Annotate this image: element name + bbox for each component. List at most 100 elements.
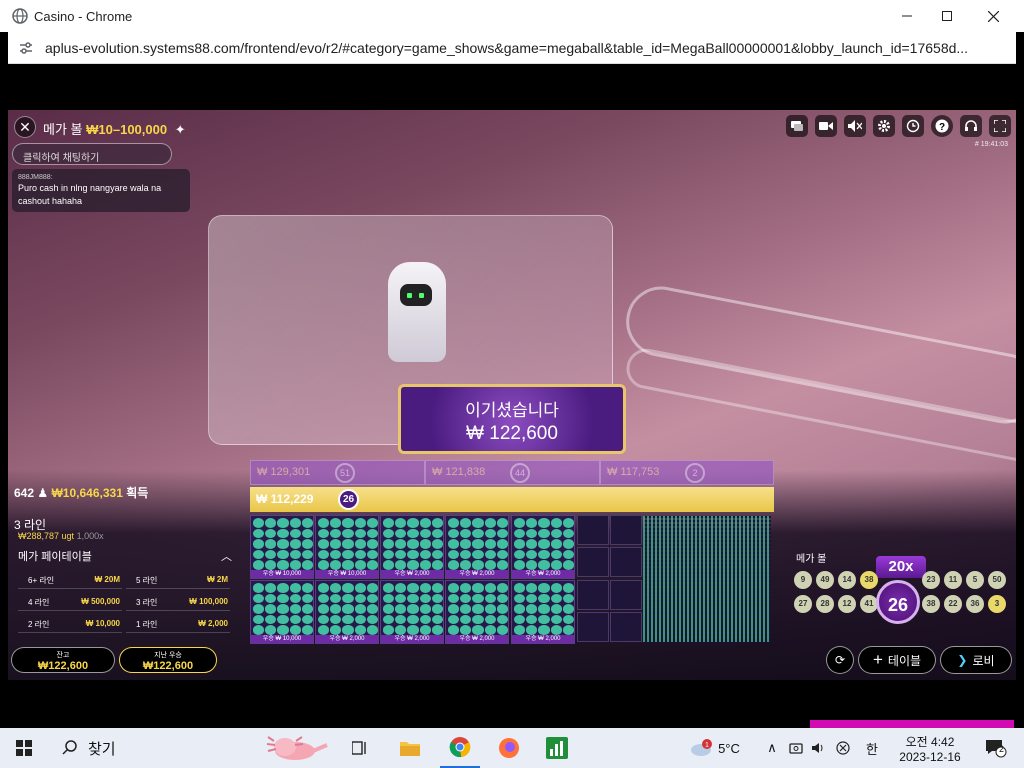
prev-ball: 2 <box>685 463 705 483</box>
volume-icon[interactable] <box>808 728 828 768</box>
tray-chevron-up-icon[interactable]: ∧ <box>762 728 782 768</box>
bingo-number-dot <box>514 625 526 635</box>
card-win: 우승 ₩ 10,000 <box>251 635 313 643</box>
bingo-number-dot <box>496 593 508 604</box>
settings-button[interactable] <box>873 115 895 137</box>
bingo-number-dot <box>526 518 538 528</box>
card-win: 우승 ₩ 2,000 <box>316 635 378 643</box>
bingo-number-dot <box>366 593 378 604</box>
bingo-number-dot <box>448 614 460 625</box>
firefox-taskbar-button[interactable] <box>492 728 526 768</box>
bingo-card[interactable]: 우승 ₩ 10,000 <box>315 515 379 579</box>
bingo-number-dot <box>538 539 550 549</box>
support-button[interactable] <box>960 115 982 137</box>
bingo-number-dot <box>383 593 395 604</box>
bingo-number-dot <box>419 560 431 570</box>
close-game-button[interactable]: ✕ <box>14 116 36 138</box>
mini-card[interactable] <box>610 580 642 610</box>
bingo-card[interactable]: 우승 ₩ 10,000 <box>250 580 314 644</box>
mini-card[interactable] <box>577 547 609 577</box>
bingo-card[interactable]: 우승 ₩ 2,000 <box>445 515 509 579</box>
bingo-number-dot <box>472 560 484 570</box>
chevron-up-icon[interactable]: ︿ <box>221 548 232 564</box>
maximize-button[interactable] <box>924 0 970 32</box>
network-icon[interactable] <box>832 728 854 768</box>
table-label: 테이블 <box>887 653 922 668</box>
mini-card[interactable] <box>610 547 642 577</box>
repeat-bet-button[interactable]: ⟳ <box>826 646 854 674</box>
bingo-card[interactable]: 우승 ₩ 2,000 <box>380 515 444 579</box>
site-settings-icon[interactable] <box>18 40 34 56</box>
win-amount: ₩ 122,600 <box>466 423 558 444</box>
mute-button[interactable] <box>844 115 866 137</box>
bingo-number-dot <box>514 593 526 604</box>
taskbar-search[interactable]: 찾기 <box>52 728 252 768</box>
file-explorer-button[interactable] <box>394 728 426 768</box>
fullscreen-button[interactable] <box>989 115 1011 137</box>
bingo-card[interactable]: 우승 ₩ 2,000 <box>511 515 575 579</box>
bingo-number-dot <box>514 528 526 539</box>
url-text[interactable]: aplus-evolution.systems88.com/frontend/e… <box>45 40 1005 56</box>
notification-button[interactable]: 2 <box>978 728 1014 768</box>
bingo-number-dot <box>472 625 484 635</box>
mini-card[interactable] <box>577 612 609 642</box>
bingo-number-dot <box>289 593 301 604</box>
bingo-number-dot <box>318 583 330 593</box>
paytable-row: 4 라인 ₩ 500,000 <box>18 593 122 611</box>
tiny-cards-grid[interactable] <box>643 516 771 642</box>
bingo-number-dot <box>448 625 460 635</box>
bingo-card[interactable]: 우승 ₩ 2,000 <box>380 580 444 644</box>
bingo-number-dot <box>330 539 342 549</box>
bingo-card[interactable]: 우승 ₩ 2,000 <box>315 580 379 644</box>
video-button[interactable] <box>815 115 837 137</box>
help-button[interactable]: ? <box>931 115 953 137</box>
chat-toggle-button[interactable] <box>786 115 808 137</box>
mini-card[interactable] <box>610 612 642 642</box>
drawn-ball: 27 <box>794 595 812 613</box>
table-button[interactable]: + 테이블 <box>858 646 936 674</box>
pay-label: 4 라인 <box>28 598 50 607</box>
bingo-number-dot <box>342 518 354 528</box>
bingo-number-dot <box>514 539 526 549</box>
task-view-button[interactable] <box>344 728 376 768</box>
bingo-number-dot <box>383 625 395 635</box>
bingo-number-dot <box>526 539 538 549</box>
paytable-header[interactable]: 메가 페이테이블 ︿ <box>18 548 232 564</box>
mini-card[interactable] <box>577 580 609 610</box>
balance-display: 잔고 ₩122,600 <box>11 647 115 673</box>
chrome-taskbar-button[interactable] <box>440 728 480 768</box>
bingo-number-dot <box>253 539 265 549</box>
bingo-number-dot <box>538 560 550 570</box>
pay-value: ₩ 100,000 <box>189 597 228 606</box>
bingo-number-dot <box>496 528 508 539</box>
mini-card[interactable] <box>610 515 642 545</box>
drawn-ball: 36 <box>966 595 984 613</box>
close-window-button[interactable] <box>970 0 1016 32</box>
clock[interactable]: 오전 4:42 2023-12-16 <box>890 728 970 768</box>
start-button[interactable] <box>0 728 48 768</box>
bingo-number-dot <box>265 539 277 549</box>
app-taskbar-button[interactable] <box>540 728 574 768</box>
bingo-number-dot <box>301 583 313 593</box>
bingo-number-dot <box>330 528 342 539</box>
bingo-number-dot <box>550 518 562 528</box>
last-win-label: 지난 우승 <box>154 652 182 659</box>
bingo-card[interactable]: 우승 ₩ 2,000 <box>445 580 509 644</box>
bingo-number-dot <box>484 518 496 528</box>
chat-input[interactable]: 클릭하여 채팅하기 <box>12 143 172 165</box>
mini-card[interactable] <box>577 515 609 545</box>
bingo-card[interactable]: 우승 ₩ 2,000 <box>511 580 575 644</box>
history-button[interactable] <box>902 115 924 137</box>
bingo-number-dot <box>550 528 562 539</box>
ime-indicator[interactable]: 한 <box>860 728 884 768</box>
camera-tray-icon[interactable] <box>786 728 806 768</box>
drawn-ball: 11 <box>944 571 962 589</box>
odds-multiplier: 1,000x <box>76 531 104 541</box>
weather-widget[interactable]: 1 5°C <box>684 728 744 768</box>
bingo-number-dot <box>277 614 289 625</box>
windows-icon <box>16 740 32 756</box>
bingo-card[interactable]: 우승 ₩ 10,000 <box>250 515 314 579</box>
lobby-button[interactable]: ❯ 로비 <box>940 646 1012 674</box>
bingo-number-dot <box>395 583 407 593</box>
address-bar[interactable]: aplus-evolution.systems88.com/frontend/e… <box>8 32 1016 64</box>
